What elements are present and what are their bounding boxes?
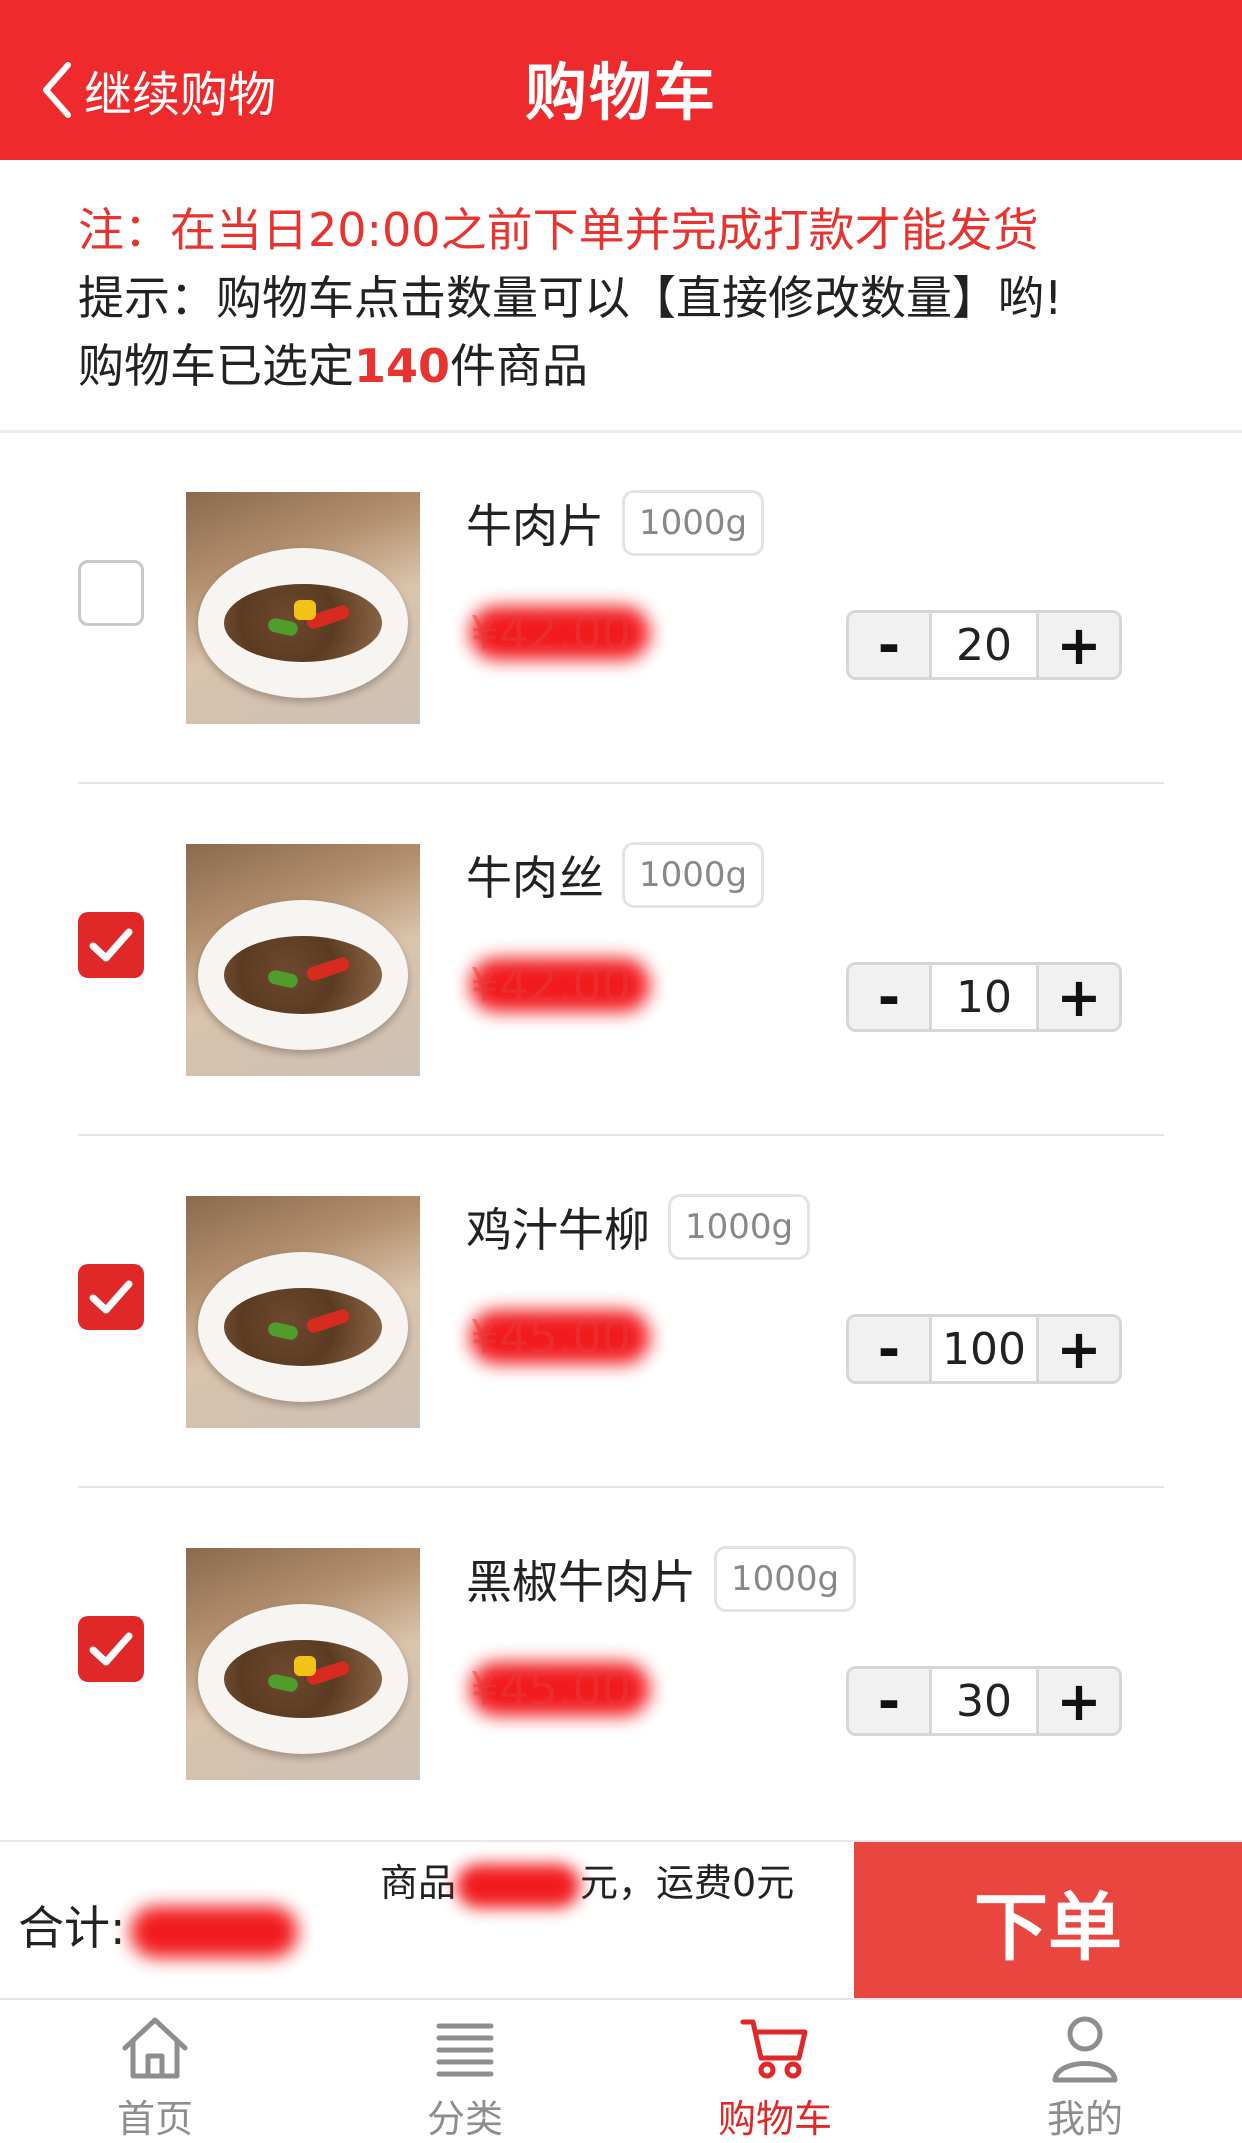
increase-button[interactable]: + [1039,1317,1119,1381]
cart-item: 牛肉片 1000g ¥42.00 - 20 + [0,432,1242,784]
tab-cart[interactable]: 购物车 [620,2000,930,2141]
product-price: ¥45.00 [470,1658,650,1720]
cart-icon [740,2019,808,2079]
product-name-row: 黑椒牛肉片 1000g [466,1546,857,1612]
place-order-button[interactable]: 下单 [854,1842,1242,2000]
total-amount: 合计: [18,1892,298,1958]
selected-prefix: 购物车已选定 [78,339,354,393]
price-summary: 商品 元，运费0元 [380,1852,794,1908]
selected-suffix: 件商品 [450,339,589,393]
tab-label: 购物车 [717,2097,832,2141]
weight-tag: 1000g [668,1194,811,1260]
product-name-row: 牛肉片 1000g [466,490,765,556]
cart-item: 鸡汁牛柳 1000g ¥45.00 - 100 + [0,1136,1242,1488]
summary-suffix: 元，运费0元 [580,1861,795,1905]
quantity-stepper: - 30 + [846,1666,1122,1736]
bottom-tab-bar: 首页 分类 购物车 我的 [0,1998,1242,2141]
price-text: ¥42.00 [470,606,631,660]
quantity-field[interactable]: 10 [929,965,1039,1029]
tab-home[interactable]: 首页 [0,2000,310,2141]
decrease-button[interactable]: - [849,965,929,1029]
item-checkbox[interactable] [78,1264,144,1330]
tab-label: 首页 [116,2097,193,2141]
product-image[interactable] [186,1196,420,1428]
product-name-row: 鸡汁牛柳 1000g [466,1194,811,1260]
checkout-bar: 合计: 商品 元，运费0元 下单 [0,1840,1242,2000]
product-image[interactable] [186,844,420,1076]
quantity-stepper: - 100 + [846,1314,1122,1384]
summary-redaction [456,1863,581,1908]
increase-button[interactable]: + [1039,1669,1119,1733]
decrease-button[interactable]: - [849,613,929,677]
product-price: ¥42.00 [470,954,650,1016]
cart-item: 黑椒牛肉片 1000g ¥45.00 - 30 + [0,1488,1242,1840]
product-name: 牛肉片 [466,499,604,553]
item-checkbox[interactable] [78,1616,144,1682]
cart-item: 牛肉丝 1000g ¥42.00 - 10 + [0,784,1242,1136]
home-icon [122,2017,188,2079]
product-name: 牛肉丝 [466,851,604,905]
shipping-note: 注：在当日20:00之前下单并完成打款才能发货 [78,203,1039,257]
product-image[interactable] [186,1548,420,1780]
item-checkbox[interactable] [78,560,144,626]
quantity-stepper: - 20 + [846,610,1122,680]
top-nav-bar: 继续购物 购物车 [0,0,1242,160]
decrease-button[interactable]: - [849,1317,929,1381]
check-icon [89,1632,133,1666]
tab-category[interactable]: 分类 [310,2000,620,2141]
price-text: ¥45.00 [470,1662,631,1716]
user-icon [1052,2016,1118,2083]
item-checkbox[interactable] [78,912,144,978]
increase-button[interactable]: + [1039,965,1119,1029]
check-icon [89,1280,133,1314]
increase-button[interactable]: + [1039,613,1119,677]
product-price: ¥42.00 [470,602,650,664]
tab-label: 分类 [426,2097,503,2141]
tab-profile[interactable]: 我的 [930,2000,1240,2141]
total-label: 合计: [18,1901,126,1955]
price-text: ¥45.00 [470,1310,631,1364]
selected-count: 140 [354,339,451,393]
page-title: 购物车 [524,56,717,129]
selected-count-text: 购物车已选定140件商品 [78,332,1198,400]
product-price: ¥45.00 [470,1306,650,1368]
quantity-field[interactable]: 30 [929,1669,1039,1733]
tip-text: 提示：购物车点击数量可以【直接修改数量】哟! [78,271,1063,325]
check-icon [89,928,133,962]
decrease-button[interactable]: - [849,1669,929,1733]
quantity-field[interactable]: 100 [929,1317,1039,1381]
tab-label: 我的 [1046,2097,1123,2141]
price-text: ¥42.00 [470,958,631,1012]
product-image[interactable] [186,492,420,724]
product-name: 黑椒牛肉片 [466,1555,696,1609]
weight-tag: 1000g [714,1546,857,1612]
product-name-row: 牛肉丝 1000g [466,842,765,908]
weight-tag: 1000g [622,842,765,908]
weight-tag: 1000g [622,490,765,556]
summary-prefix: 商品 [380,1861,457,1905]
list-icon [436,2023,494,2077]
product-name: 鸡汁牛柳 [466,1203,650,1257]
quantity-stepper: - 10 + [846,962,1122,1032]
notice-panel: 注：在当日20:00之前下单并完成打款才能发货 提示：购物车点击数量可以【直接修… [78,196,1198,400]
quantity-field[interactable]: 20 [929,613,1039,677]
total-redaction [129,1905,298,1958]
